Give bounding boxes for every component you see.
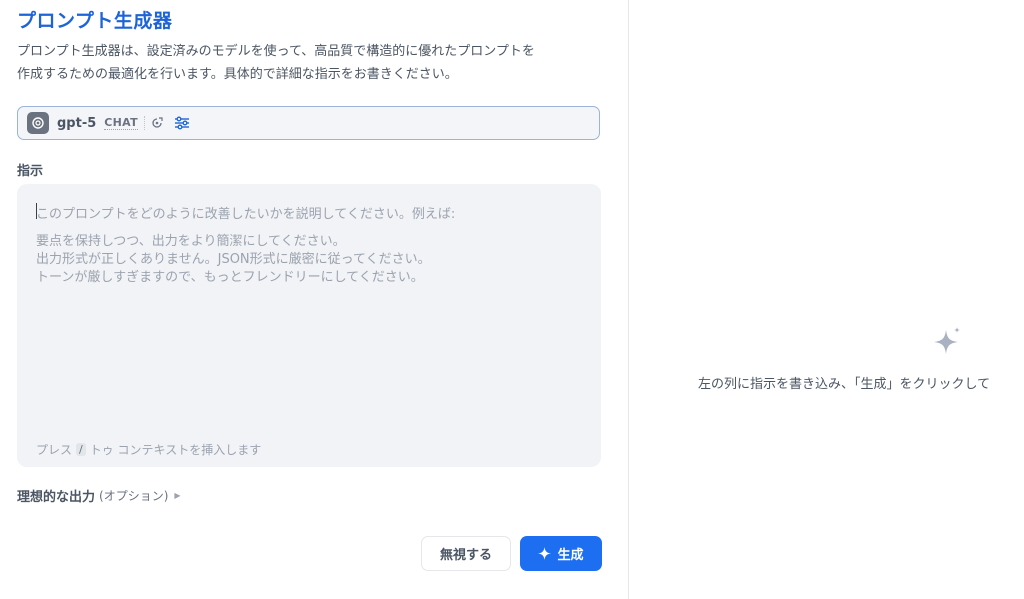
model-mode-badge: CHAT bbox=[104, 116, 138, 130]
model-separator bbox=[143, 116, 146, 130]
instructions-label: 指示 bbox=[17, 164, 44, 179]
instructions-textarea[interactable]: このプロンプトをどのように改善したいかを説明してください。例えば: 要点を保持し… bbox=[17, 184, 601, 467]
page-description: プロンプト生成器は、設定済みのモデルを使って、高品質で構造的に優れたプロンプトを… bbox=[17, 40, 617, 86]
output-panel: 左の列に指示を書き込み、「生成」をクリックして bbox=[629, 0, 1024, 599]
prompt-generator-panel: プロンプト生成器 プロンプト生成器は、設定済みのモデルを使って、高品質で構造的に… bbox=[0, 0, 628, 599]
sparkle-icon bbox=[931, 326, 963, 362]
placeholder-examples: 要点を保持しつつ、出力をより簡潔にしてください。 出力形式が正しくありません。J… bbox=[36, 233, 431, 287]
optional-label: (オプション) bbox=[99, 489, 169, 503]
openai-logo-icon bbox=[27, 112, 49, 134]
placeholder-example: トーンが厳しすぎますので、もっとフレンドリーにしてください。 bbox=[36, 270, 424, 285]
sparkle-icon bbox=[538, 547, 552, 560]
hint-suffix: トゥ コンテキストを挿入します bbox=[89, 443, 262, 457]
empty-state-text: 左の列に指示を書き込み、「生成」をクリックして bbox=[698, 377, 991, 392]
ideal-output-label: 理想的な出力 bbox=[17, 490, 96, 505]
placeholder-example: 出力形式が正しくありません。JSON形式に厳密に従ってください。 bbox=[36, 252, 431, 267]
slash-key-badge: / bbox=[76, 443, 86, 456]
model-settings-icon[interactable] bbox=[150, 116, 164, 130]
page-title: プロンプト生成器 bbox=[17, 10, 173, 32]
sliders-icon[interactable] bbox=[174, 116, 190, 130]
hint-prefix: プレス bbox=[36, 443, 73, 457]
generate-button-label: 生成 bbox=[557, 548, 584, 563]
instructions-placeholder: このプロンプトをどのように改善したいかを説明してください。例えば: bbox=[36, 207, 456, 222]
chevron-right-icon: ▶ bbox=[174, 491, 181, 500]
model-selector[interactable]: gpt-5 CHAT bbox=[17, 106, 600, 140]
ignore-button[interactable]: 無視する bbox=[421, 536, 511, 571]
text-caret bbox=[36, 203, 37, 219]
placeholder-example: 要点を保持しつつ、出力をより簡潔にしてください。 bbox=[36, 234, 346, 249]
description-line-1: プロンプト生成器は、設定済みのモデルを使って、高品質で構造的に優れたプロンプトを bbox=[17, 44, 535, 59]
model-name: gpt-5 bbox=[57, 115, 97, 131]
description-line-2: 作成するための最適化を行います。具体的で詳細な指示をお書きください。 bbox=[17, 67, 458, 82]
generate-button[interactable]: 生成 bbox=[520, 536, 602, 571]
ideal-output-toggle[interactable]: 理想的な出力 (オプション) ▶ bbox=[17, 486, 181, 505]
context-insert-hint: プレス / トゥ コンテキストを挿入します bbox=[36, 441, 261, 458]
